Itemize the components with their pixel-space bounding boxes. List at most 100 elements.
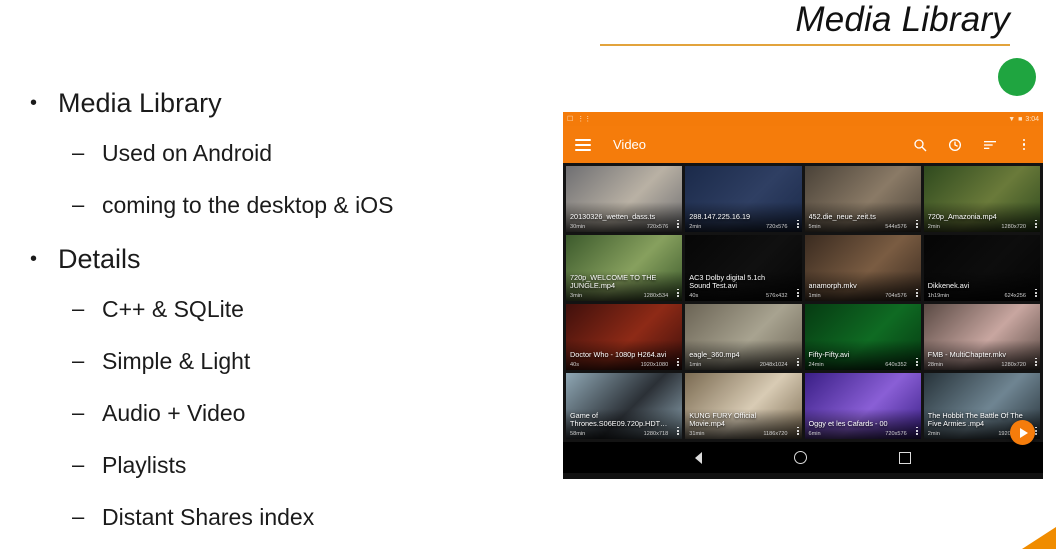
video-title: FMB - MultiChapter.mkv xyxy=(927,351,1007,360)
video-tile[interactable]: Doctor Who - 1080p H264.avi 40s 1920x1080 xyxy=(566,304,683,370)
video-overflow-icon[interactable] xyxy=(796,426,799,435)
bullet-marker: – xyxy=(72,452,85,477)
video-tile[interactable]: Game of Thrones.S06E09.720p.HDTV.x264-AV… xyxy=(566,373,683,439)
bullet-text: Simple & Light xyxy=(102,348,251,374)
video-duration: 40s xyxy=(570,362,580,368)
video-tile[interactable]: 288.147.225.16.19 2min 720x576 xyxy=(685,166,802,232)
video-subinfo: 40s 576x432 xyxy=(689,293,797,299)
video-resolution: 720x576 xyxy=(646,224,669,230)
video-resolution: 2048x1024 xyxy=(759,362,788,368)
video-overflow-icon[interactable] xyxy=(915,426,918,435)
bullet-item: • Media Library xyxy=(30,88,550,118)
sort-icon[interactable] xyxy=(982,137,998,153)
video-duration: 1min xyxy=(808,293,821,299)
search-icon[interactable] xyxy=(912,137,928,153)
bullet-item: • Details xyxy=(30,244,550,274)
video-tile[interactable]: 720p_WELCOME TO THE JUNGLE.mp4 3min 1280x5… xyxy=(566,235,683,301)
recents-icon[interactable] xyxy=(899,451,911,464)
video-overflow-icon[interactable] xyxy=(1035,288,1037,297)
video-duration: 24min xyxy=(808,362,824,368)
video-overflow-icon[interactable] xyxy=(677,219,680,228)
status-time: 3:04 xyxy=(1025,115,1039,123)
video-duration: 30min xyxy=(570,224,586,230)
battery-icon: ■ xyxy=(1018,115,1023,123)
video-overflow-icon[interactable] xyxy=(1035,357,1037,366)
video-resolution: 1280x534 xyxy=(643,293,669,299)
video-overflow-icon[interactable] xyxy=(1035,219,1037,228)
title-underline xyxy=(600,44,1010,46)
video-meta: 288.147.225.16.19 2min 720x576 xyxy=(685,210,801,232)
video-resolution: 1280x720 xyxy=(1001,362,1026,368)
video-subinfo: 40s 1920x1080 xyxy=(570,362,678,368)
overflow-icon[interactable] xyxy=(1017,138,1031,151)
video-tile[interactable]: eagle_360.mp4 1min 2048x1024 xyxy=(685,304,802,370)
history-icon[interactable] xyxy=(947,137,963,153)
bullet-text: Details xyxy=(58,244,141,274)
video-meta: AC3 Dolby digital 5.1ch Sound Test.avi 40… xyxy=(685,271,801,301)
video-overflow-icon[interactable] xyxy=(915,219,918,228)
video-overflow-icon[interactable] xyxy=(796,219,799,228)
sub-bullet-item: – Playlists xyxy=(72,452,550,478)
video-meta: Doctor Who - 1080p H264.avi 40s 1920x1080 xyxy=(566,348,682,370)
video-overflow-icon[interactable] xyxy=(1035,426,1037,435)
status-bar: ☐ ⋮⋮ ▼ ■ 3:04 xyxy=(563,112,1043,126)
video-subinfo: 2min 1280x720 xyxy=(928,224,1036,230)
video-subinfo: 58min 1280x718 xyxy=(570,431,678,437)
video-overflow-icon[interactable] xyxy=(915,288,918,297)
video-meta: KUNG FURY Official Movie.mp4 31min 1186x72… xyxy=(685,409,801,439)
video-duration: 31min xyxy=(689,431,705,437)
video-tile[interactable]: KUNG FURY Official Movie.mp4 31min 1186x72… xyxy=(685,373,802,439)
video-overflow-icon[interactable] xyxy=(677,288,680,297)
video-tile[interactable]: 452.die_neue_zeit.ts 5min 544x576 xyxy=(804,166,921,232)
video-subinfo: 6min 720x576 xyxy=(809,431,917,437)
home-icon[interactable] xyxy=(794,451,807,464)
video-overflow-icon[interactable] xyxy=(915,357,918,366)
bullet-marker: – xyxy=(72,348,85,373)
video-duration: 40s xyxy=(689,293,699,299)
video-title: anamorph.mkv xyxy=(808,282,857,291)
video-duration: 2min xyxy=(927,224,940,230)
play-fab-button[interactable] xyxy=(1010,420,1035,445)
bullet-text: Used on Android xyxy=(102,140,273,166)
video-meta: anamorph.mkv 1min 704x576 xyxy=(805,279,921,301)
bullet-marker: – xyxy=(72,192,85,217)
video-subinfo: 1min 2048x1024 xyxy=(689,362,797,368)
bullet-marker: – xyxy=(72,400,85,425)
video-subinfo: 31min 1186x720 xyxy=(689,431,797,437)
video-tile[interactable]: FMB - MultiChapter.mkv 28min 1280x720 xyxy=(923,304,1040,370)
android-nav-bar xyxy=(563,442,1043,473)
video-resolution: 720x576 xyxy=(885,431,907,437)
video-resolution: 544x576 xyxy=(885,224,907,230)
video-title: 20130326_wetten_dass.ts xyxy=(570,213,656,222)
play-icon xyxy=(1019,427,1028,438)
video-tile[interactable]: 20130326_wetten_dass.ts 30min 720x576 xyxy=(566,166,683,232)
bullet-text: Distant Shares index xyxy=(102,504,315,530)
back-icon[interactable] xyxy=(695,451,702,464)
video-subinfo: 5min 544x576 xyxy=(809,224,917,230)
video-tile[interactable]: Fifty-Fifty.avi 24min 640x352 xyxy=(804,304,921,370)
video-overflow-icon[interactable] xyxy=(677,357,680,366)
video-tile[interactable]: Dikkenek.avi 1h19min 624x256 xyxy=(923,235,1040,301)
video-overflow-icon[interactable] xyxy=(796,288,799,297)
video-overflow-icon[interactable] xyxy=(677,426,680,435)
video-overflow-icon[interactable] xyxy=(796,357,799,366)
video-duration: 3min xyxy=(570,293,583,299)
video-resolution: 704x576 xyxy=(885,293,907,299)
video-tile[interactable]: 720p_Amazonia.mp4 2min 1280x720 xyxy=(923,166,1040,232)
video-resolution: 1920x1080 xyxy=(640,362,669,368)
video-subinfo: 1min 704x576 xyxy=(809,293,917,299)
sub-bullet-item: – Used on Android xyxy=(72,140,550,166)
bullet-text: Audio + Video xyxy=(102,400,246,426)
video-resolution: 1280x718 xyxy=(643,431,669,437)
video-title: Dikkenek.avi xyxy=(927,282,970,291)
video-meta: 20130326_wetten_dass.ts 30min 720x576 xyxy=(566,210,682,232)
video-title: Doctor Who - 1080p H264.avi xyxy=(570,351,667,360)
video-resolution: 576x432 xyxy=(766,293,788,299)
video-tile[interactable]: Oggy et les Cafards - 00 6min 720x576 xyxy=(804,373,921,439)
video-tile[interactable]: anamorph.mkv 1min 704x576 xyxy=(804,235,921,301)
bullet-text: Playlists xyxy=(102,452,187,478)
video-title: AC3 Dolby digital 5.1ch Sound Test.avi xyxy=(689,273,766,291)
video-duration: 1min xyxy=(689,362,702,368)
hamburger-icon[interactable] xyxy=(575,138,591,151)
video-tile[interactable]: AC3 Dolby digital 5.1ch Sound Test.avi 40… xyxy=(685,235,802,301)
